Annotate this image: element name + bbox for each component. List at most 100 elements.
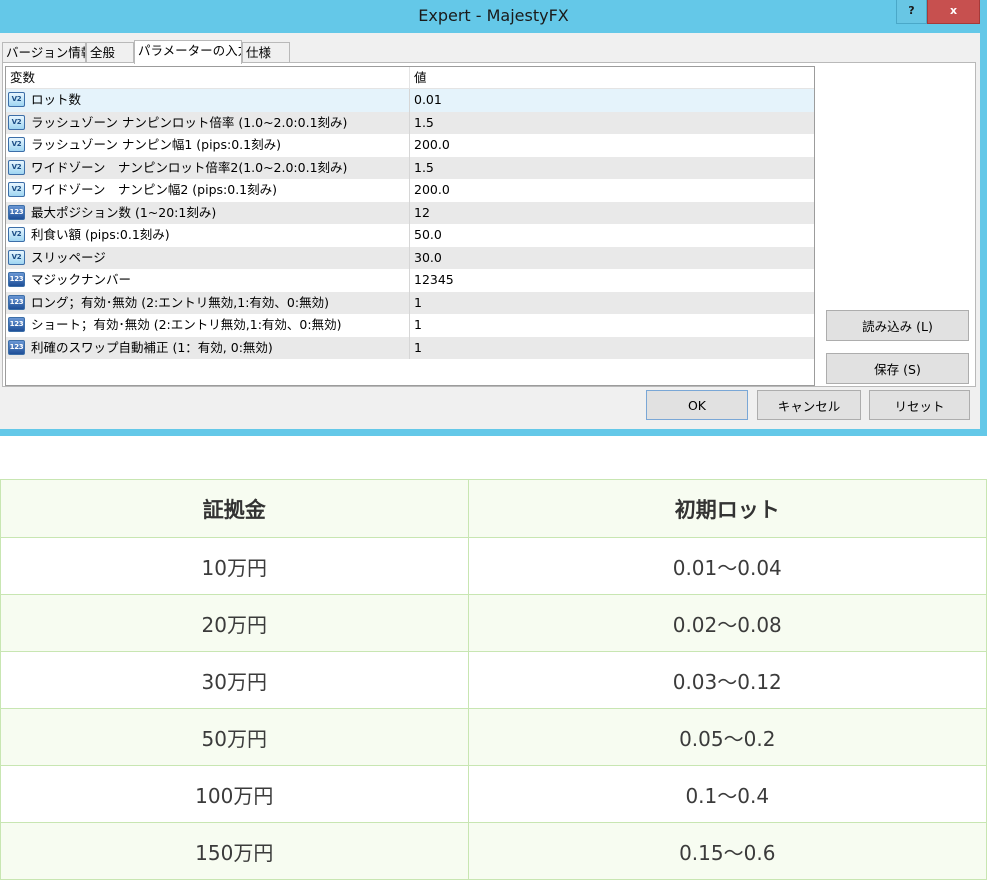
integer-type-icon: 123 xyxy=(8,294,25,310)
table-header-row: 証拠金 初期ロット xyxy=(0,479,987,538)
double-type-icon: V2 xyxy=(8,92,25,107)
parameter-row[interactable]: 123 ショート；有効･無効 (2:エントリ無効,1:有効、0:無効) 1 xyxy=(6,314,814,337)
parameter-value[interactable]: 30.0 xyxy=(410,247,814,270)
parameter-row[interactable]: V2 スリッページ 30.0 xyxy=(6,246,814,270)
margin-cell: 20万円 xyxy=(0,594,469,652)
initial-lot-cell: 0.03〜0.12 xyxy=(467,651,987,709)
parameter-value[interactable]: 1.5 xyxy=(410,112,814,135)
initial-lot-cell: 0.1〜0.4 xyxy=(467,765,987,823)
table-row: 50万円 0.05〜0.2 xyxy=(0,708,987,766)
title-bar[interactable]: Expert - MajestyFX ? x xyxy=(0,0,987,33)
parameter-row[interactable]: 123 利確のスワップ自動補正 (1：有効, 0:無効) 1 xyxy=(6,336,814,360)
parameter-name-cell: V2 ラッシュゾーン ナンピン幅1 (pips:0.1刻み) xyxy=(6,134,410,157)
parameter-value[interactable]: 1 xyxy=(410,292,814,315)
parameter-name: マジックナンバー xyxy=(31,272,132,287)
tab-input-parameters[interactable]: パラメーターの入力 xyxy=(134,40,242,64)
cancel-button[interactable]: キャンセル xyxy=(757,390,861,420)
help-button[interactable]: ? xyxy=(896,0,927,24)
expert-properties-dialog: Expert - MajestyFX ? x バージョン情報 全般 パラメーター… xyxy=(0,0,987,436)
parameter-name-cell: 123 ショート；有効･無効 (2:エントリ無効,1:有効、0:無効) xyxy=(6,314,410,337)
load-button[interactable]: 読み込み (L) xyxy=(826,310,969,341)
lot-table-body: 10万円 0.01〜0.04 20万円 0.02〜0.08 30万円 0.03〜0.12 5… xyxy=(0,537,987,880)
parameter-name: ワイドゾーン ナンピンロット倍率2(1.0~2.0:0.1刻み) xyxy=(31,159,348,175)
header-margin: 証拠金 xyxy=(0,479,469,538)
parameter-name-cell: V2 利食い額 (pips:0.1刻み) xyxy=(6,224,410,247)
parameter-name: ラッシュゾーン ナンピン幅1 (pips:0.1刻み) xyxy=(31,137,281,152)
table-row: 30万円 0.03〜0.12 xyxy=(0,651,987,709)
ok-button[interactable]: OK xyxy=(646,390,748,420)
integer-type-icon: 123 xyxy=(8,317,25,332)
parameter-name: ワイドゾーン ナンピン幅2 (pips:0.1刻み) xyxy=(31,182,278,197)
initial-lot-cell: 0.02〜0.08 xyxy=(467,594,987,652)
parameter-name-cell: V2 ラッシュゾーン ナンピンロット倍率 (1.0~2.0:0.1刻み) xyxy=(6,111,410,134)
double-type-icon: V2 xyxy=(8,159,25,175)
parameter-value[interactable]: 1 xyxy=(410,337,814,360)
integer-type-icon: 123 xyxy=(8,204,25,220)
column-header-variable[interactable]: 変数 xyxy=(6,67,410,89)
parameter-row[interactable]: 123 ロング；有効･無効 (2:エントリ無効,1:有効、0:無効) 1 xyxy=(6,291,814,315)
parameter-name: ロング；有効･無効 (2:エントリ無効,1:有効、0:無効) xyxy=(31,294,329,310)
parameter-name-cell: 123 ロング；有効･無効 (2:エントリ無効,1:有効、0:無効) xyxy=(6,291,410,314)
column-header-value[interactable]: 値 xyxy=(410,67,814,89)
parameter-name-cell: 123 マジックナンバー xyxy=(6,269,410,292)
integer-type-icon: 123 xyxy=(8,339,25,355)
table-row: 10万円 0.01〜0.04 xyxy=(0,537,987,595)
double-type-icon: V2 xyxy=(8,182,25,197)
parameter-name-cell: V2 ワイドゾーン ナンピンロット倍率2(1.0~2.0:0.1刻み) xyxy=(6,156,410,179)
table-row: 20万円 0.02〜0.08 xyxy=(0,594,987,652)
parameter-value[interactable]: 1.5 xyxy=(410,157,814,180)
parameter-value[interactable]: 0.01 xyxy=(410,89,814,112)
margin-cell: 30万円 xyxy=(0,651,469,709)
parameter-name: 利確のスワップ自動補正 (1：有効, 0:無効) xyxy=(31,339,273,355)
margin-cell: 100万円 xyxy=(0,765,469,823)
initial-lot-cell: 0.15〜0.6 xyxy=(467,822,987,880)
parameter-name: ショート；有効･無効 (2:エントリ無効,1:有効、0:無効) xyxy=(31,317,342,332)
parameter-value[interactable]: 50.0 xyxy=(410,224,814,247)
parameter-row[interactable]: V2 ワイドゾーン ナンピンロット倍率2(1.0~2.0:0.1刻み) 1.5 xyxy=(6,156,814,180)
parameter-name-cell: 123 利確のスワップ自動補正 (1：有効, 0:無効) xyxy=(6,336,410,359)
close-button[interactable]: x xyxy=(927,0,980,24)
parameter-list[interactable]: 変数 値 V2 ロット数 0.01 V2 ラッシュゾーン ナンピンロット倍率 (1.0~… xyxy=(5,66,815,386)
reset-button[interactable]: リセット xyxy=(869,390,970,420)
parameter-name: スリッページ xyxy=(31,249,106,265)
parameter-row[interactable]: 123 最大ポジション数 (1~20:1刻み) 12 xyxy=(6,201,814,225)
parameter-name-cell: V2 ワイドゾーン ナンピン幅2 (pips:0.1刻み) xyxy=(6,179,410,202)
parameter-row[interactable]: 123 マジックナンバー 12345 xyxy=(6,269,814,292)
margin-lot-table: 証拠金 初期ロット 10万円 0.01〜0.04 20万円 0.02〜0.08 30万円… xyxy=(0,479,987,880)
integer-type-icon: 123 xyxy=(8,272,25,287)
parameter-name: 最大ポジション数 (1~20:1刻み) xyxy=(31,204,217,220)
parameter-row[interactable]: V2 ラッシュゾーン ナンピン幅1 (pips:0.1刻み) 200.0 xyxy=(6,134,814,157)
double-type-icon: V2 xyxy=(8,227,25,242)
parameter-name: 利食い額 (pips:0.1刻み) xyxy=(31,227,170,242)
parameter-name-cell: V2 スリッページ xyxy=(6,246,410,269)
parameter-name-cell: V2 ロット数 xyxy=(6,89,410,112)
parameter-name-cell: 123 最大ポジション数 (1~20:1刻み) xyxy=(6,201,410,224)
table-row: 100万円 0.1〜0.4 xyxy=(0,765,987,823)
margin-cell: 50万円 xyxy=(0,708,469,766)
initial-lot-cell: 0.01〜0.04 xyxy=(467,537,987,595)
parameter-row[interactable]: V2 ラッシュゾーン ナンピンロット倍率 (1.0~2.0:0.1刻み) 1.5 xyxy=(6,111,814,135)
double-type-icon: V2 xyxy=(8,114,25,130)
parameter-row[interactable]: V2 利食い額 (pips:0.1刻み) 50.0 xyxy=(6,224,814,247)
double-type-icon: V2 xyxy=(8,137,25,152)
parameter-row[interactable]: V2 ロット数 0.01 xyxy=(6,89,814,112)
parameter-row[interactable]: V2 ワイドゾーン ナンピン幅2 (pips:0.1刻み) 200.0 xyxy=(6,179,814,202)
tab-specification[interactable]: 仕様 xyxy=(242,42,290,63)
parameter-name: ラッシュゾーン ナンピンロット倍率 (1.0~2.0:0.1刻み) xyxy=(31,114,348,130)
header-initial-lot: 初期ロット xyxy=(467,479,987,538)
parameter-value[interactable]: 1 xyxy=(410,314,814,337)
tab-version-info[interactable]: バージョン情報 xyxy=(2,42,86,63)
save-button[interactable]: 保存 (S) xyxy=(826,353,969,384)
margin-cell: 150万円 xyxy=(0,822,469,880)
window-title: Expert - MajestyFX xyxy=(418,6,569,25)
parameter-value[interactable]: 12 xyxy=(410,202,814,225)
parameter-name: ロット数 xyxy=(31,92,82,107)
table-row: 150万円 0.15〜0.6 xyxy=(0,822,987,880)
parameter-value[interactable]: 200.0 xyxy=(410,179,814,202)
margin-cell: 10万円 xyxy=(0,537,469,595)
parameter-value[interactable]: 200.0 xyxy=(410,134,814,157)
dialog-client-area: バージョン情報 全般 パラメーターの入力 仕様 変数 値 V2 ロット数 0.01 V… xyxy=(0,33,980,429)
double-type-icon: V2 xyxy=(8,249,25,265)
parameter-value[interactable]: 12345 xyxy=(410,269,814,292)
tab-general[interactable]: 全般 xyxy=(86,42,134,63)
